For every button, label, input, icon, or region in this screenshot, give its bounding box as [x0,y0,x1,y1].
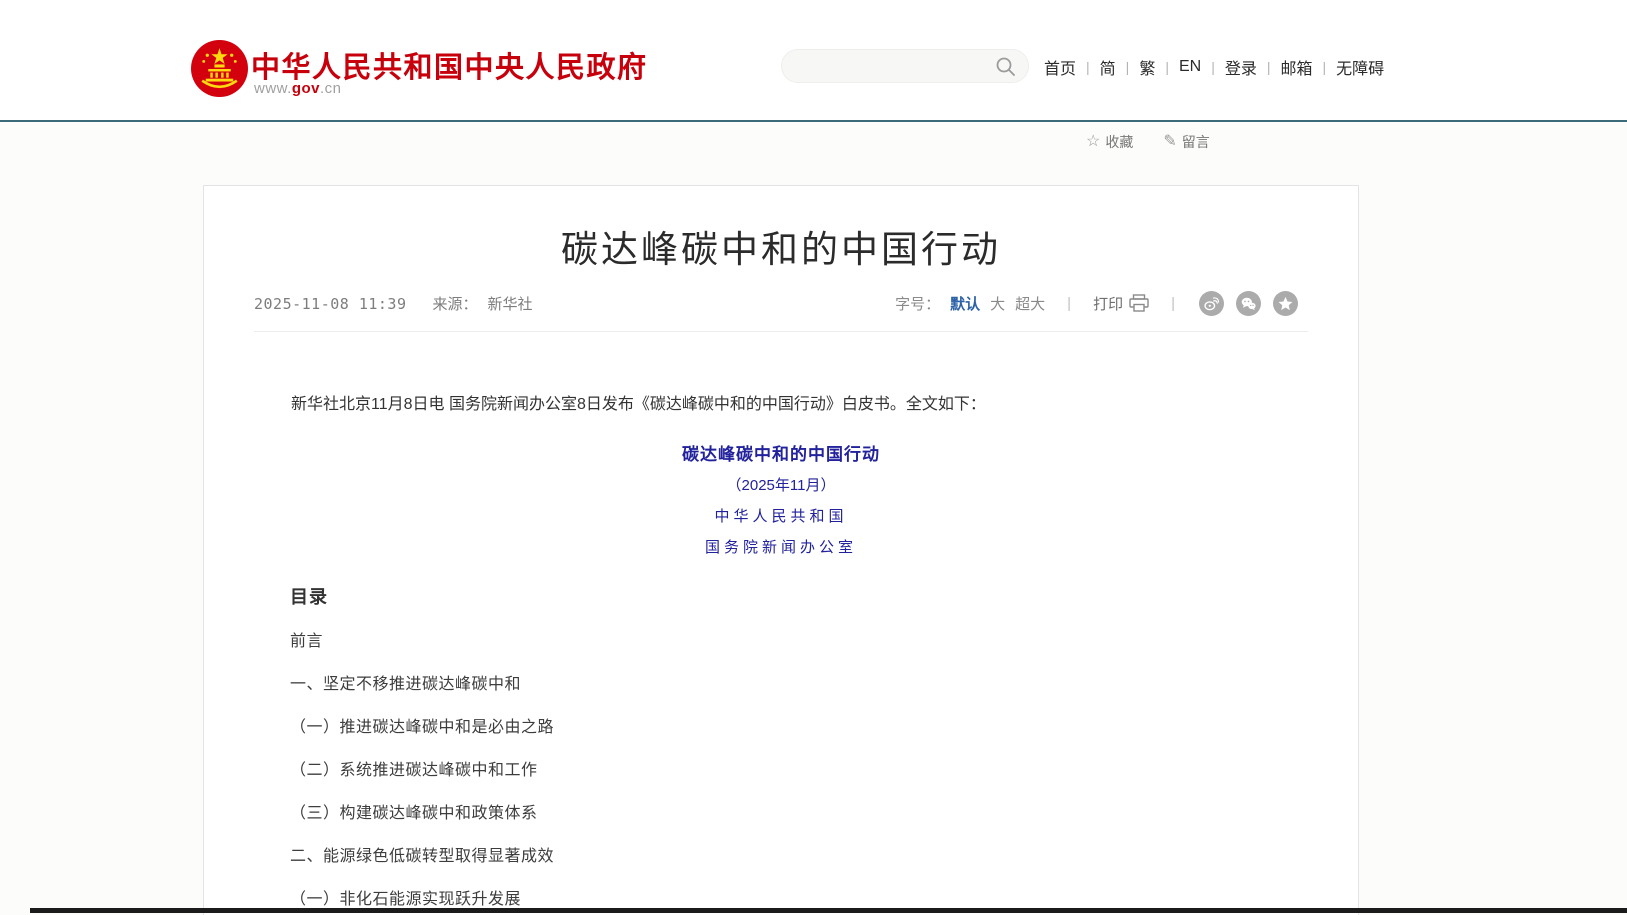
nav-english[interactable]: EN [1179,58,1201,76]
article-body: 新华社北京11月8日电 国务院新闻办公室8日发布《碳达峰碳中和的中国行动》白皮书… [204,331,1358,910]
nav-home[interactable]: 首页 [1044,55,1076,79]
toc-item-1: 一、坚定不移推进碳达峰碳中和 [290,675,1358,695]
article-meta-row: 2025-11-08 11:39 来源： 新华社 字号： 默认 大 超大 | 打… [254,289,1298,317]
toc-item-1-2: （二）系统推进碳达峰碳中和工作 [290,761,1358,781]
search-box[interactable] [781,49,1029,83]
url-cn: .cn [320,80,342,97]
search-input[interactable] [782,50,1028,82]
document-org-line1: 中华人民共和国 [204,505,1358,526]
toc-item-2: 二、能源绿色低碳转型取得显著成效 [290,847,1358,867]
wechat-icon [1240,295,1257,312]
meta-right: 字号： 默认 大 超大 | 打印 | [895,291,1298,316]
article-container: 碳达峰碳中和的中国行动 2025-11-08 11:39 来源： 新华社 字号：… [203,185,1359,915]
share-favorite-button[interactable] [1273,291,1298,316]
pencil-icon: ✎ [1163,135,1176,149]
article-title: 碳达峰碳中和的中国行动 [204,219,1358,273]
nav-mail[interactable]: 邮箱 [1281,55,1313,79]
nav-login[interactable]: 登录 [1225,55,1257,79]
printer-icon [1129,294,1149,312]
source-label: 来源： [433,293,478,314]
toc-item-2-1: （一）非化石能源实现跃升发展 [290,890,1358,910]
font-size-xlarge[interactable]: 超大 [1015,293,1045,314]
site-header: 中华人民共和国中央人民政府 www.gov.cn 首页 | 简 | 繁 | EN… [0,0,1627,122]
favorite-link[interactable]: ☆ 收藏 [1086,132,1133,152]
url-www: www. [254,80,292,97]
bottom-edge-bar [30,908,1627,913]
share-wechat-button[interactable] [1236,291,1261,316]
share-weibo-button[interactable] [1199,291,1224,316]
document-date: （2025年11月） [204,474,1358,495]
font-size-label: 字号： [895,293,940,314]
nav-simplified[interactable]: 简 [1100,55,1116,79]
print-label: 打印 [1093,293,1123,314]
toc-item-preface: 前言 [290,632,1358,652]
message-link[interactable]: ✎ 留言 [1163,132,1209,152]
nav-traditional[interactable]: 繁 [1139,55,1155,79]
nav-separator: | [1323,59,1327,75]
font-size-large[interactable]: 大 [990,293,1005,314]
nav-separator: | [1126,59,1130,75]
favorite-label: 收藏 [1105,132,1133,152]
toc-item-1-1: （一）推进碳达峰碳中和是必由之路 [290,718,1358,738]
font-size-default[interactable]: 默认 [950,293,980,314]
nav-separator: | [1086,59,1090,75]
nav-separator: | [1267,59,1271,75]
meta-left: 2025-11-08 11:39 来源： 新华社 [254,293,533,314]
site-url: www.gov.cn [254,80,342,97]
publish-date: 2025-11-08 11:39 [254,295,407,313]
quick-actions: ☆ 收藏 ✎ 留言 [1086,132,1210,152]
toc-heading: 目录 [290,583,1358,609]
document-title: 碳达峰碳中和的中国行动 [204,440,1358,465]
toc-item-1-3: （三）构建碳达峰碳中和政策体系 [290,804,1358,824]
document-org-line2: 国务院新闻办公室 [204,536,1358,557]
nav-separator: | [1211,59,1215,75]
url-gov: gov [292,80,320,97]
header-nav: 首页 | 简 | 繁 | EN | 登录 | 邮箱 | 无障碍 [1044,54,1384,80]
nav-accessibility[interactable]: 无障碍 [1336,55,1384,79]
nav-separator: | [1165,59,1169,75]
meta-separator: | [1067,295,1071,312]
meta-separator: | [1171,295,1175,312]
print-button[interactable]: 打印 [1093,293,1149,314]
national-emblem-logo [191,40,248,97]
star-share-icon [1277,295,1294,312]
star-outline-icon: ☆ [1086,135,1100,149]
message-label: 留言 [1182,132,1210,152]
search-icon[interactable] [995,56,1017,78]
weibo-icon [1203,295,1220,312]
lead-paragraph: 新华社北京11月8日电 国务院新闻办公室8日发布《碳达峰碳中和的中国行动》白皮书… [259,393,1303,416]
article-source: 新华社 [488,293,533,314]
